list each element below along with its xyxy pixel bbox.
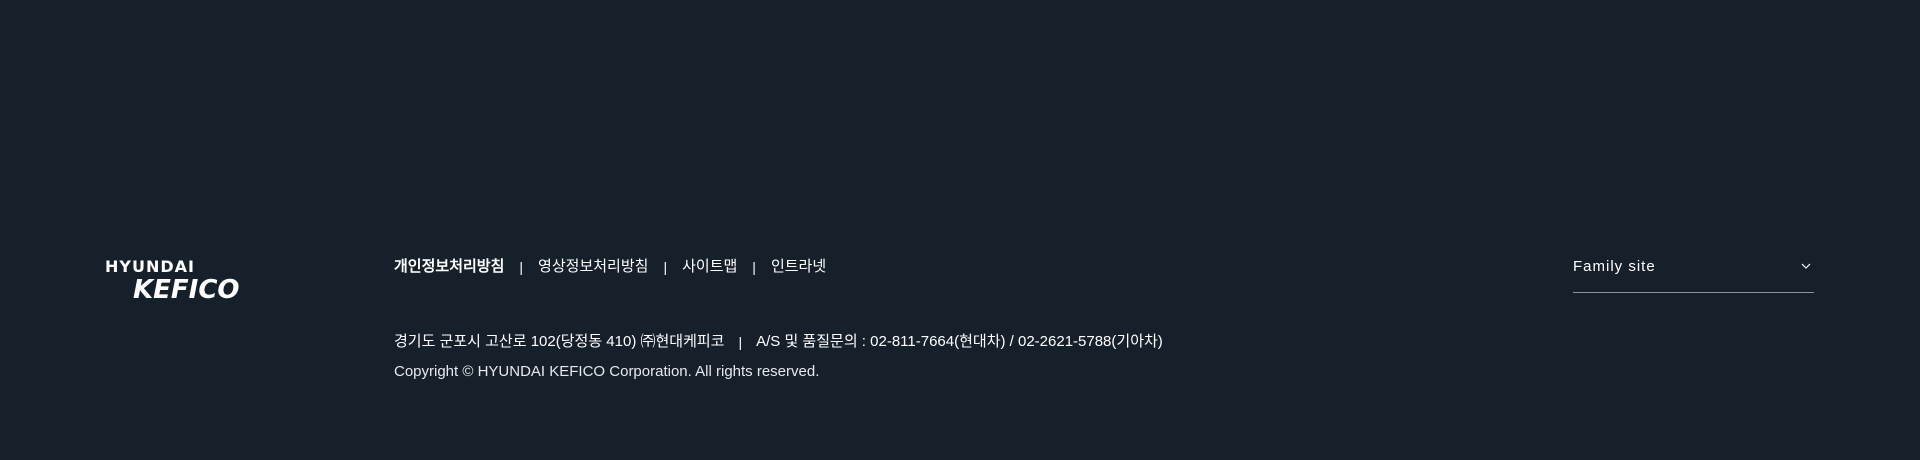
link-separator: |	[519, 259, 524, 275]
privacy-policy-link[interactable]: 개인정보처리방침	[394, 257, 504, 277]
logo-line-hyundai: HYUNDAI	[105, 257, 195, 276]
address-separator: |	[738, 334, 743, 350]
chevron-down-icon	[1801, 263, 1811, 269]
family-site-select[interactable]: Family site	[1573, 252, 1814, 293]
family-site-label: Family site	[1573, 258, 1656, 275]
logo-line-kefico: KEFICO	[133, 275, 240, 305]
footer-policy-links: 개인정보처리방침 | 영상정보처리방침 | 사이트맵 | 인트라넷	[394, 257, 826, 277]
company-address: 경기도 군포시 고산로 102(당정동 410) ㈜현대케피코 | A/S 및 …	[394, 332, 1163, 352]
sitemap-link[interactable]: 사이트맵	[682, 257, 737, 277]
site-footer: HYUNDAI KEFICO 개인정보처리방침 | 영상정보처리방침 | 사이트…	[0, 0, 1920, 460]
video-privacy-policy-link[interactable]: 영상정보처리방침	[538, 257, 648, 277]
hyundai-kefico-logo[interactable]: HYUNDAI KEFICO	[105, 257, 255, 306]
copyright-text: Copyright © HYUNDAI KEFICO Corporation. …	[394, 363, 820, 380]
intranet-link[interactable]: 인트라넷	[771, 257, 826, 277]
link-separator: |	[752, 259, 756, 275]
link-separator: |	[663, 259, 668, 275]
address-text: 경기도 군포시 고산로 102(당정동 410) ㈜현대케피코	[394, 333, 725, 350]
support-contact-text: A/S 및 품질문의 : 02-811-7664(현대차) / 02-2621-…	[756, 333, 1163, 350]
